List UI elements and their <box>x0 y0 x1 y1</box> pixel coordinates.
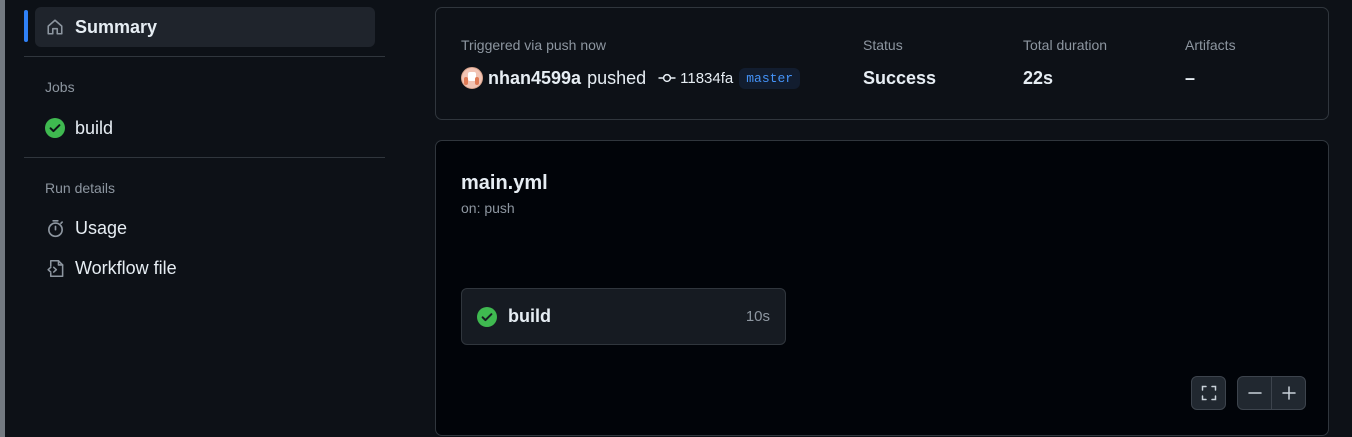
check-circle-fill-icon <box>477 306 497 327</box>
sidebar-item-workflow-file[interactable]: Workflow file <box>35 248 375 288</box>
sidebar-item-label: build <box>75 117 114 138</box>
dash-icon <box>1247 392 1262 394</box>
duration-value: 22s <box>1023 68 1054 88</box>
divider <box>24 157 385 158</box>
actor-link[interactable]: nhan4599a <box>488 68 581 89</box>
artifacts-label: Artifacts <box>1185 37 1236 53</box>
branch-label[interactable]: master <box>739 67 801 89</box>
avatar[interactable] <box>461 67 483 89</box>
jobs-heading: Jobs <box>45 79 75 95</box>
artifacts-value: – <box>1185 68 1196 88</box>
duration-label: Total duration <box>1023 37 1108 53</box>
job-name: build <box>508 306 551 326</box>
sidebar-item-label: Usage <box>75 217 128 238</box>
sidebar-item-usage[interactable]: Usage <box>35 208 375 248</box>
sidebar-item-build[interactable]: build <box>35 108 375 148</box>
run-summary-card: Triggered via push now nhan4599a pushed … <box>435 7 1329 120</box>
workflow-graph-card: main.yml on: push build 10s <box>435 140 1329 436</box>
sidebar: Summary Jobs build Run details Usage Wor… <box>24 0 385 437</box>
git-commit-icon <box>658 72 676 84</box>
divider <box>24 56 385 57</box>
job-duration: 10s <box>745 308 770 325</box>
workflow-trigger: on: push <box>461 200 515 216</box>
trigger-text: Triggered via push now <box>461 37 607 53</box>
file-code-icon <box>45 258 65 278</box>
window-edge <box>0 0 5 437</box>
workflow-name: main.yml <box>461 172 548 194</box>
sidebar-item-label: Summary <box>75 16 158 37</box>
zoom-out-button[interactable] <box>1238 377 1271 409</box>
sidebar-item-label: Workflow file <box>75 257 177 278</box>
job-node-build[interactable]: build 10s <box>461 288 786 345</box>
status-label: Status <box>863 37 903 53</box>
fullscreen-button[interactable] <box>1191 376 1226 410</box>
stopwatch-icon <box>45 218 65 238</box>
run-details-heading: Run details <box>45 180 116 196</box>
commit-sha-link[interactable]: 11834fa <box>680 70 733 87</box>
screen-full-icon <box>1192 377 1225 409</box>
check-circle-fill-icon <box>45 118 65 138</box>
home-icon <box>45 17 65 37</box>
plus-icon <box>1281 386 1296 400</box>
sidebar-item-summary[interactable]: Summary <box>35 7 375 47</box>
trigger-details: nhan4599a pushed 11834fa master <box>461 66 801 90</box>
event-action: pushed <box>587 67 647 88</box>
zoom-controls <box>1237 376 1306 410</box>
active-indicator <box>24 10 28 42</box>
zoom-in-button[interactable] <box>1272 377 1305 409</box>
status-value: Success <box>863 68 937 88</box>
